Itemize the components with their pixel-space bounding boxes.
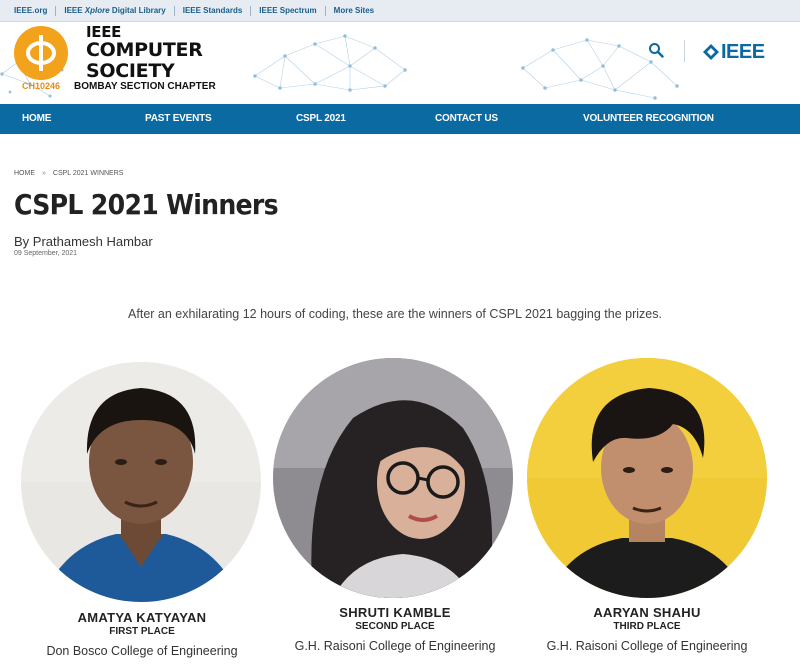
logo-line-society: SOCIETY bbox=[86, 60, 175, 82]
breadcrumb-separator: » bbox=[42, 170, 46, 177]
nav-item-past-events[interactable]: PAST EVENTS bbox=[145, 104, 212, 134]
network-pattern-right bbox=[521, 38, 679, 100]
article-author: By Prathamesh Hambar bbox=[14, 234, 153, 249]
winner-college: Don Bosco College of Engineering bbox=[46, 644, 238, 658]
article-date: 09 September, 2021 bbox=[14, 250, 78, 257]
article-intro: After an exhilarating 12 hours of coding… bbox=[128, 307, 662, 321]
winner-college: G.H. Raisoni College of Engineering bbox=[294, 639, 496, 653]
logo-line-computer: COMPUTER bbox=[86, 39, 203, 61]
page-title: CSPL 2021 Winners bbox=[14, 188, 279, 221]
nav-item-home[interactable]: HOME bbox=[22, 104, 51, 134]
link-ieee-org[interactable]: IEEE.org bbox=[6, 6, 55, 16]
winner-college: G.H. Raisoni College of Engineering bbox=[546, 639, 748, 653]
link-ieee-xplore[interactable]: IEEE Xplore Digital Library bbox=[55, 6, 173, 16]
winner-photo-third bbox=[527, 358, 767, 598]
nav-item-volunteer-recognition[interactable]: VOLUNTEER RECOGNITION bbox=[583, 104, 714, 134]
winner-photo-second bbox=[273, 358, 513, 598]
ieee-brand-text: IEEE bbox=[721, 40, 765, 63]
chapter-subtitle: BOMBAY SECTION CHAPTER bbox=[74, 81, 216, 92]
ieee-brand-logo[interactable]: IEEE bbox=[703, 40, 779, 64]
utility-bar: IEEE.org IEEE Xplore Digital Library IEE… bbox=[0, 0, 800, 22]
winner-place: FIRST PLACE bbox=[109, 626, 175, 637]
network-pattern-center bbox=[253, 34, 407, 92]
logo-line-ieee: IEEE bbox=[86, 23, 122, 41]
winner-place: SECOND PLACE bbox=[355, 621, 435, 632]
phi-logo-icon bbox=[14, 26, 68, 80]
link-ieee-standards[interactable]: IEEE Standards bbox=[173, 6, 251, 16]
link-xplore-emphasis: Xplore bbox=[84, 6, 110, 15]
winner-name: AARYAN SHAHU bbox=[593, 605, 701, 620]
winner-photo-first bbox=[21, 362, 261, 602]
winner-place: THIRD PLACE bbox=[613, 621, 681, 632]
link-more-sites[interactable]: More Sites bbox=[324, 6, 382, 16]
link-ieee-spectrum[interactable]: IEEE Spectrum bbox=[250, 6, 324, 16]
winner-name: SHRUTI KAMBLE bbox=[339, 605, 451, 620]
logo-wordmark: IEEE COMPUTER SOCIETY bbox=[86, 24, 203, 82]
nav-item-cspl-2021[interactable]: CSPL 2021 bbox=[296, 104, 346, 134]
header-divider bbox=[684, 40, 685, 62]
nav-item-contact-us[interactable]: CONTACT US bbox=[435, 104, 498, 134]
link-xplore-part-b: Digital Library bbox=[109, 6, 166, 15]
breadcrumb: HOME » CSPL 2021 WINNERS bbox=[14, 170, 123, 177]
winner-name: AMATYA KATYAYAN bbox=[77, 610, 207, 625]
breadcrumb-current: CSPL 2021 WINNERS bbox=[52, 170, 124, 177]
site-header: IEEE COMPUTER SOCIETY CH10246 BOMBAY SEC… bbox=[0, 22, 800, 104]
link-xplore-part-a: IEEE bbox=[64, 6, 85, 15]
chapter-code: CH10246 bbox=[22, 81, 61, 91]
breadcrumb-home[interactable]: HOME bbox=[14, 170, 35, 177]
ieee-diamond-icon bbox=[703, 44, 719, 60]
search-icon[interactable] bbox=[648, 42, 664, 58]
utility-links: IEEE.org IEEE Xplore Digital Library IEE… bbox=[6, 0, 382, 22]
main-navigation: HOME PAST EVENTS CSPL 2021 CONTACT US VO… bbox=[0, 104, 800, 134]
